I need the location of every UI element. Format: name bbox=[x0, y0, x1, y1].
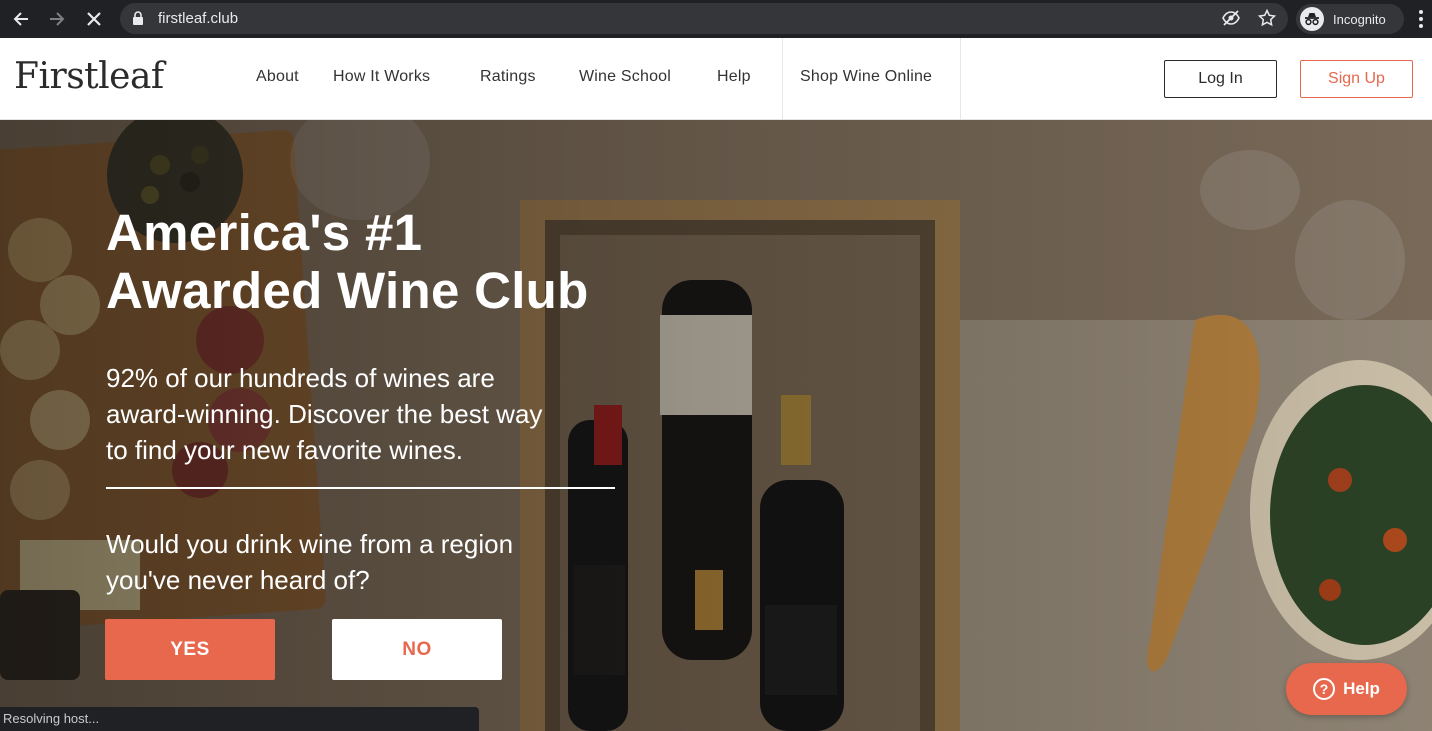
quiz-question: Would you drink wine from a region you'v… bbox=[106, 526, 646, 598]
profile-label: Incognito bbox=[1333, 11, 1386, 27]
arrow-left-icon bbox=[13, 12, 28, 26]
site-header: Firstleaf About How It Works Ratings Win… bbox=[0, 38, 1432, 120]
browser-status-bar: Resolving host... bbox=[0, 707, 479, 731]
quiz-question-line: you've never heard of? bbox=[106, 565, 370, 595]
stop-loading-button[interactable] bbox=[79, 4, 109, 34]
firstleaf-logo[interactable]: Firstleaf bbox=[14, 56, 164, 97]
nav-about[interactable]: About bbox=[256, 68, 299, 86]
yes-button[interactable]: YES bbox=[105, 619, 275, 680]
hero-section: America's #1 Awarded Wine Club 92% of ou… bbox=[0, 120, 1432, 731]
quiz-question-line: Would you drink wine from a region bbox=[106, 529, 514, 559]
hero-description-line: award-winning. Discover the best way bbox=[106, 399, 543, 429]
signup-button[interactable]: Sign Up bbox=[1300, 60, 1413, 98]
hero-title-line: Awarded Wine Club bbox=[106, 262, 589, 319]
browser-toolbar: firstleaf.club Incognito bbox=[0, 0, 1432, 38]
hero-description: 92% of our hundreds of wines are award-w… bbox=[106, 360, 646, 468]
back-button[interactable] bbox=[6, 4, 36, 34]
lock-icon bbox=[133, 11, 143, 25]
hero-divider bbox=[106, 487, 615, 489]
url-text: firstleaf.club bbox=[158, 10, 239, 27]
close-icon bbox=[87, 12, 101, 26]
login-button[interactable]: Log In bbox=[1164, 60, 1277, 98]
browser-menu-icon[interactable] bbox=[1414, 6, 1428, 32]
arrow-right-icon bbox=[50, 12, 65, 26]
hero-description-line: 92% of our hundreds of wines are bbox=[106, 363, 495, 393]
question-circle-icon: ? bbox=[1313, 678, 1336, 700]
nav-wine-school[interactable]: Wine School bbox=[579, 68, 671, 86]
incognito-icon bbox=[1300, 7, 1324, 31]
eye-slash-icon[interactable] bbox=[1222, 10, 1240, 26]
help-chat-button[interactable]: ? Help bbox=[1286, 663, 1407, 715]
no-button[interactable]: NO bbox=[332, 619, 502, 680]
nav-divider bbox=[782, 38, 783, 119]
forward-button[interactable] bbox=[42, 4, 72, 34]
nav-ratings[interactable]: Ratings bbox=[480, 68, 536, 86]
address-bar[interactable]: firstleaf.club bbox=[120, 3, 1288, 34]
nav-divider bbox=[960, 38, 961, 119]
hero-description-line: to find your new favorite wines. bbox=[106, 435, 463, 465]
hero-title-line: America's #1 bbox=[106, 204, 423, 261]
help-chat-label: Help bbox=[1343, 679, 1380, 698]
star-icon[interactable] bbox=[1258, 9, 1276, 27]
hero-title: America's #1 Awarded Wine Club bbox=[106, 204, 726, 320]
incognito-profile-button[interactable]: Incognito bbox=[1296, 4, 1404, 34]
nav-help[interactable]: Help bbox=[717, 68, 751, 86]
nav-shop-wine-online[interactable]: Shop Wine Online bbox=[800, 68, 932, 86]
nav-how-it-works[interactable]: How It Works bbox=[333, 68, 430, 86]
